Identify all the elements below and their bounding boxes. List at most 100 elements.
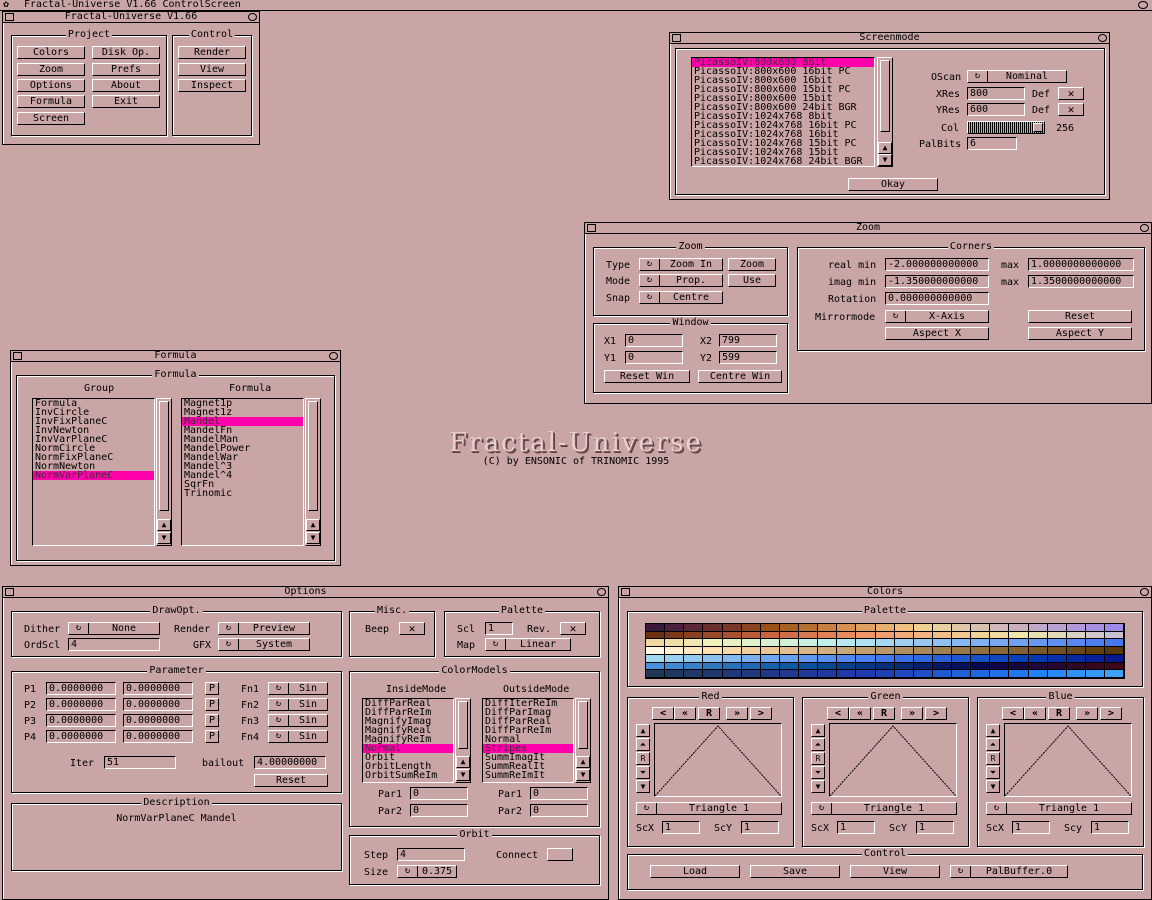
scroll-down-icon[interactable]: ▼	[878, 154, 892, 166]
palette-swatch[interactable]	[1047, 624, 1067, 632]
green-nav-button[interactable]: R	[873, 707, 895, 720]
palette-swatch[interactable]	[1028, 654, 1048, 663]
param-real-field[interactable]: 0.0000000	[46, 698, 116, 711]
blue-shift-icon[interactable]: ▼	[986, 780, 1000, 793]
aspect-x-button[interactable]: Aspect X	[885, 327, 989, 340]
palette-swatch[interactable]	[799, 654, 819, 663]
palette-swatch[interactable]	[1028, 647, 1048, 655]
palette-swatch[interactable]	[779, 670, 799, 678]
palette-swatch[interactable]	[990, 647, 1010, 655]
palette-swatch[interactable]	[1028, 639, 1048, 648]
palette-swatch[interactable]	[894, 662, 914, 671]
palette-grid[interactable]	[645, 623, 1125, 679]
palette-swatch[interactable]	[990, 670, 1010, 678]
palette-swatch[interactable]	[646, 662, 666, 671]
palette-swatch[interactable]	[952, 662, 972, 671]
close-icon[interactable]	[5, 588, 14, 596]
red-shift-icon[interactable]: ⏷	[636, 766, 650, 779]
palette-swatch[interactable]	[856, 631, 876, 640]
depth-icon[interactable]	[329, 352, 338, 360]
scroll-up-icon[interactable]: ▲	[456, 756, 470, 768]
formula-list-item[interactable]: Trinomic	[182, 489, 303, 499]
palette-swatch[interactable]	[665, 654, 685, 663]
palette-swatch[interactable]	[779, 647, 799, 655]
reset-parameters-button[interactable]: Reset	[254, 774, 328, 787]
step-field[interactable]: 4	[397, 848, 465, 861]
depth-icon[interactable]	[1098, 34, 1107, 42]
view-button[interactable]: View	[178, 63, 246, 76]
palette-swatch[interactable]	[799, 639, 819, 648]
palette-swatch[interactable]	[856, 639, 876, 648]
palette-swatch[interactable]	[818, 631, 838, 640]
scroll-down-icon[interactable]: ▼	[306, 532, 320, 544]
blue-nav-button[interactable]: «	[1024, 707, 1046, 720]
palette-swatch[interactable]	[913, 639, 933, 648]
palette-swatch[interactable]	[837, 662, 857, 671]
palette-swatch[interactable]	[1028, 670, 1048, 678]
aspect-y-button[interactable]: Aspect Y	[1028, 327, 1132, 340]
green-curve-graph[interactable]	[829, 723, 957, 797]
blue-shift-icon[interactable]: ▲	[986, 724, 1000, 737]
palette-swatch[interactable]	[1066, 647, 1086, 655]
screenmode-scrollbar[interactable]: ▲ ▼	[877, 57, 893, 167]
scroll-up-icon[interactable]: ▲	[306, 519, 320, 531]
fn-cycle[interactable]: ↻ Sin	[268, 698, 328, 711]
blue-scy-field[interactable]: 1	[1091, 821, 1129, 834]
palette-swatch[interactable]	[684, 670, 704, 678]
scroll-up-icon[interactable]: ▲	[878, 142, 892, 154]
palette-swatch[interactable]	[646, 670, 666, 678]
palbuffer-cycle[interactable]: ↻ PalBuffer.0	[950, 865, 1068, 878]
palette-swatch[interactable]	[1105, 654, 1125, 663]
red-nav-button[interactable]: >	[750, 707, 772, 720]
iter-field[interactable]: 51	[104, 756, 176, 769]
palette-swatch[interactable]	[894, 654, 914, 663]
palette-swatch[interactable]	[703, 670, 723, 678]
slider-knob[interactable]	[1033, 123, 1043, 132]
red-function-cycle[interactable]: ↻ Triangle 1	[636, 802, 782, 815]
palette-swatch[interactable]	[1009, 670, 1029, 678]
y1-field[interactable]: 0	[625, 351, 683, 364]
blue-curve-graph[interactable]	[1004, 723, 1132, 797]
palette-swatch[interactable]	[1105, 662, 1125, 671]
palette-swatch[interactable]	[894, 624, 914, 632]
blue-shift-icon[interactable]: R	[986, 752, 1000, 765]
palette-swatch[interactable]	[646, 654, 666, 663]
red-nav-button[interactable]: R	[698, 707, 720, 720]
zoom-button[interactable]: Zoom	[17, 63, 85, 76]
blue-nav-button[interactable]: <	[1002, 707, 1024, 720]
palette-swatch[interactable]	[1066, 631, 1086, 640]
group-list-item[interactable]: NormVarPlaneC	[33, 471, 154, 481]
xres-field[interactable]: 800	[967, 87, 1025, 100]
palette-swatch[interactable]	[971, 647, 991, 655]
palette-swatch[interactable]	[932, 624, 952, 632]
palette-swatch[interactable]	[1066, 639, 1086, 648]
scroll-knob[interactable]	[578, 701, 588, 749]
palette-swatch[interactable]	[837, 654, 857, 663]
red-shift-icon[interactable]: ▼	[636, 780, 650, 793]
palette-swatch[interactable]	[1105, 639, 1125, 648]
palette-swatch[interactable]	[952, 624, 972, 632]
palette-swatch[interactable]	[799, 647, 819, 655]
yres-def-checkbox[interactable]: ✕	[1058, 103, 1084, 116]
palette-swatch[interactable]	[1047, 647, 1067, 655]
gfx-cycle[interactable]: ↻ System	[218, 638, 310, 651]
palette-swatch[interactable]	[722, 624, 742, 632]
red-shift-icon[interactable]: ⏶	[636, 738, 650, 751]
screen-button[interactable]: Screen	[17, 112, 85, 125]
palette-swatch[interactable]	[952, 670, 972, 678]
palette-swatch[interactable]	[875, 654, 895, 663]
outsidemode-list[interactable]: DiffIterReIm DiffParImag DiffParReal DiffPa…	[482, 698, 574, 783]
palette-swatch[interactable]	[722, 631, 742, 640]
palette-swatch[interactable]	[971, 624, 991, 632]
palette-swatch[interactable]	[741, 647, 761, 655]
param-real-field[interactable]: 0.0000000	[46, 714, 116, 727]
palette-swatch[interactable]	[971, 662, 991, 671]
palette-swatch[interactable]	[837, 639, 857, 648]
load-button[interactable]: Load	[650, 865, 740, 878]
group-list[interactable]: Formula InvCircle InvFixPlaneC InvNewton Inv…	[32, 398, 155, 546]
palette-swatch[interactable]	[665, 631, 685, 640]
close-icon[interactable]	[587, 224, 596, 232]
scl-field[interactable]: 1	[485, 622, 513, 635]
palette-swatch[interactable]	[971, 631, 991, 640]
palette-swatch[interactable]	[875, 631, 895, 640]
